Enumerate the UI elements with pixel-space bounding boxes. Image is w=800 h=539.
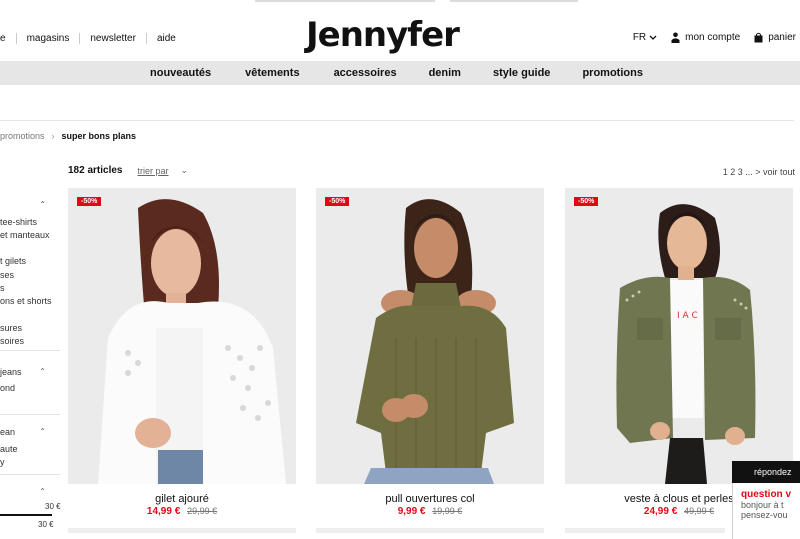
- sale-price: 14,99 €: [146, 506, 181, 517]
- filter-sidebar: ⌃ tee-shirts et manteaux t gilets ses s …: [0, 186, 62, 533]
- filter-item[interactable]: tee-shirts: [0, 217, 37, 227]
- filter-item[interactable]: ean: [0, 427, 15, 437]
- svg-text:I A C: I A C: [677, 311, 698, 321]
- chat-question: question v: [741, 489, 792, 500]
- language-selector[interactable]: FR: [633, 32, 657, 43]
- breadcrumb-current: super bons plans: [61, 131, 137, 141]
- discount-badge: -50%: [77, 197, 102, 206]
- chat-header[interactable]: répondez: [732, 461, 800, 483]
- original-price: 19,99 €: [432, 506, 463, 516]
- nav-item-accessoires[interactable]: accessoires: [334, 67, 397, 79]
- filter-divider: [0, 474, 60, 475]
- breadcrumb: promotions › super bons plans: [0, 131, 136, 141]
- brand-logo[interactable]: Jennyfer: [306, 12, 460, 58]
- top-edge-segment: [450, 0, 578, 2]
- product-image[interactable]: I A C -50%: [565, 188, 793, 484]
- language-label: FR: [632, 32, 647, 43]
- utility-link-magasins[interactable]: magasins: [15, 33, 80, 44]
- sale-price: 9,99 €: [397, 506, 426, 517]
- utility-nav: e magasins newsletter aide: [0, 33, 186, 44]
- shopping-bag-icon: [754, 32, 763, 43]
- chat-widget[interactable]: répondez question v bonjour à t pensez-v…: [732, 461, 800, 539]
- listing-toolbar: 182 articles trier par ⌄: [68, 165, 188, 176]
- main-nav: nouveautés vêtements accessoires denim s…: [0, 61, 800, 85]
- filter-item[interactable]: ond: [0, 383, 15, 393]
- product-name[interactable]: gilet ajouré: [68, 493, 296, 505]
- product-image[interactable]: -50%: [316, 188, 544, 484]
- filter-item[interactable]: sures: [0, 323, 22, 333]
- top-edge: [0, 0, 800, 4]
- utility-link-newsletter[interactable]: newsletter: [79, 33, 146, 44]
- chevron-up-icon[interactable]: ⌃: [39, 487, 46, 496]
- article-count: 182 articles: [68, 165, 123, 176]
- top-edge-segment: [255, 0, 435, 2]
- next-row-preview: [565, 528, 725, 533]
- filter-item[interactable]: y: [0, 457, 5, 467]
- chevron-right-icon: ›: [51, 131, 55, 141]
- header-divider: [0, 120, 794, 121]
- filter-item[interactable]: ons et shorts: [0, 296, 52, 306]
- header-actions: FR mon compte panier: [619, 32, 796, 43]
- chat-message: pensez-vou: [741, 510, 788, 520]
- chevron-up-icon[interactable]: ⌃: [39, 200, 46, 209]
- chat-body: question v bonjour à t pensez-vou: [732, 483, 800, 539]
- chevron-up-icon[interactable]: ⌃: [39, 367, 46, 376]
- product-photo-cardigan: [68, 188, 296, 484]
- breadcrumb-link-promotions[interactable]: promotions: [0, 131, 45, 141]
- nav-item-vetements[interactable]: vêtements: [245, 67, 299, 79]
- sale-price: 24,99 €: [643, 506, 678, 517]
- filter-item[interactable]: et manteaux: [0, 230, 50, 240]
- price-range-max: 30 €: [45, 502, 61, 511]
- utility-link-aide[interactable]: aide: [145, 33, 186, 44]
- product-image[interactable]: -50%: [68, 188, 296, 484]
- cart-link[interactable]: panier: [754, 32, 796, 43]
- nav-item-nouveautes[interactable]: nouveautés: [150, 67, 211, 79]
- filter-item[interactable]: aute: [0, 444, 18, 454]
- filter-item[interactable]: jeans: [0, 367, 22, 377]
- cart-label: panier: [768, 32, 796, 43]
- chat-message: bonjour à t: [741, 500, 784, 510]
- user-icon: [671, 32, 680, 43]
- account-link[interactable]: mon compte: [671, 32, 740, 43]
- price-range-min: 30 €: [38, 520, 54, 529]
- sort-dropdown[interactable]: trier par: [138, 166, 169, 176]
- utility-link-store[interactable]: e: [0, 33, 16, 44]
- discount-badge: -50%: [574, 197, 599, 206]
- nav-item-style-guide[interactable]: style guide: [493, 67, 550, 79]
- product-card[interactable]: -50% gilet ajouré 14,99 € 29,99 €: [68, 188, 296, 517]
- filter-divider: [0, 414, 60, 415]
- product-price: 14,99 € 29,99 €: [68, 506, 296, 517]
- chevron-down-icon: [649, 35, 657, 40]
- nav-item-denim[interactable]: denim: [429, 67, 461, 79]
- filter-item[interactable]: ses: [0, 270, 14, 280]
- original-price: 49,99 €: [684, 506, 715, 516]
- discount-badge: -50%: [325, 197, 350, 206]
- filter-item[interactable]: soires: [0, 336, 24, 346]
- product-name[interactable]: pull ouvertures col: [316, 493, 544, 505]
- pagination[interactable]: 1 2 3 ... > voir tout: [723, 167, 795, 177]
- chevron-up-icon[interactable]: ⌃: [39, 427, 46, 436]
- chevron-down-icon[interactable]: ⌄: [181, 165, 189, 176]
- product-price: 9,99 € 19,99 €: [316, 506, 544, 517]
- account-label: mon compte: [685, 32, 741, 43]
- product-photo-jacket: I A C: [565, 188, 793, 484]
- original-price: 29,99 €: [187, 506, 218, 516]
- nav-item-promotions[interactable]: promotions: [582, 67, 643, 79]
- price-slider[interactable]: [0, 514, 52, 516]
- filter-item[interactable]: s: [0, 283, 5, 293]
- filter-divider: [0, 350, 60, 351]
- product-card[interactable]: -50% pull ouvertures col 9,99 € 19,99 €: [316, 188, 544, 517]
- filter-item[interactable]: t gilets: [0, 256, 26, 266]
- next-row-preview: [68, 528, 296, 533]
- next-row-preview: [316, 528, 544, 533]
- product-photo-sweater: [316, 188, 544, 484]
